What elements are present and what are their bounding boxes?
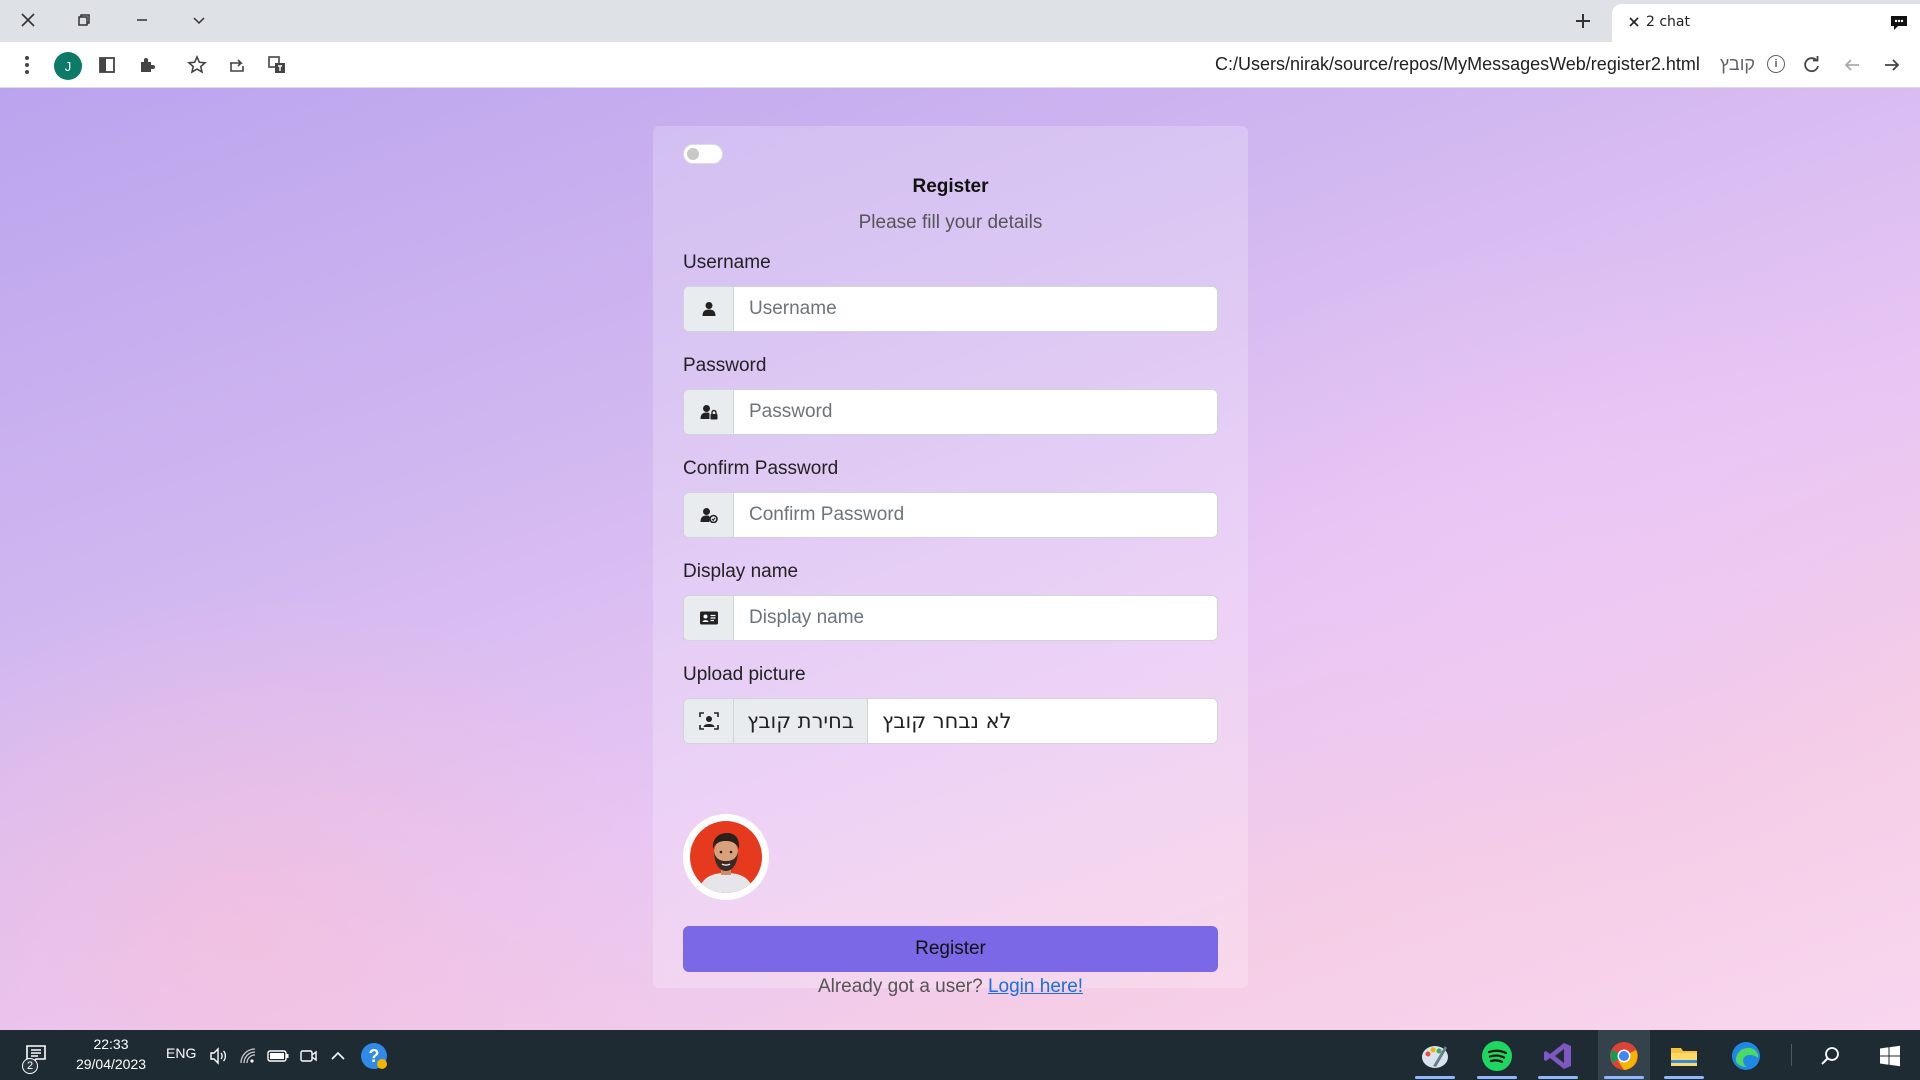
url-text[interactable]: C:/Users/nirak/source/repos/MyMessagesWe… bbox=[1215, 54, 1700, 75]
chrome-running-indicator bbox=[1604, 1076, 1644, 1079]
browser-toolbar: J C:/Users/nirak/source/repos/MyMessages… bbox=[0, 42, 1920, 88]
password-input[interactable] bbox=[734, 390, 1217, 434]
browser-title-bar: 2 chat bbox=[0, 0, 1920, 42]
login-link[interactable]: Login here! bbox=[988, 976, 1083, 997]
restore-window-icon[interactable] bbox=[60, 4, 108, 36]
search-icon[interactable] bbox=[1812, 1038, 1848, 1074]
reload-icon[interactable] bbox=[1797, 50, 1827, 80]
url-file-chip: קובץ bbox=[1719, 53, 1755, 74]
clock-time: 22:33 bbox=[93, 1036, 129, 1052]
user-check-icon bbox=[684, 493, 734, 537]
sidebar-icon[interactable] bbox=[92, 50, 122, 80]
visual-studio-running-indicator bbox=[1538, 1076, 1578, 1079]
taskbar-separator bbox=[1791, 1044, 1792, 1066]
system-clock[interactable]: 22:33 29/04/2023 bbox=[66, 1034, 156, 1074]
tab-search-chevron-icon[interactable] bbox=[175, 4, 223, 36]
avatar-preview bbox=[683, 814, 769, 900]
username-group bbox=[683, 286, 1218, 332]
display-name-group bbox=[683, 595, 1218, 641]
chrome-icon[interactable] bbox=[1606, 1038, 1642, 1074]
display-name-input[interactable] bbox=[734, 596, 1217, 640]
avatar-illustration bbox=[690, 821, 762, 893]
page-title: Register bbox=[912, 176, 989, 197]
upload-picture-group: בחירת קובץ לא נבחר קובץ bbox=[683, 698, 1218, 744]
username-label: Username bbox=[683, 252, 771, 273]
spotify-running-indicator bbox=[1477, 1076, 1517, 1079]
confirm-password-input[interactable] bbox=[734, 493, 1217, 537]
theme-toggle[interactable] bbox=[683, 144, 723, 164]
close-window-icon[interactable] bbox=[4, 4, 52, 36]
menu-kebab-icon[interactable] bbox=[12, 50, 42, 80]
password-group bbox=[683, 389, 1218, 435]
forward-arrow-icon[interactable] bbox=[1877, 50, 1907, 80]
chat-bubble-icon bbox=[1888, 12, 1910, 34]
profile-avatar[interactable]: J bbox=[54, 52, 82, 80]
share-icon[interactable] bbox=[222, 50, 252, 80]
password-label: Password bbox=[683, 355, 767, 376]
choose-file-button[interactable]: בחירת קובץ bbox=[734, 699, 868, 743]
tab-title: 2 chat bbox=[1646, 14, 1690, 30]
page-subtitle: Please fill your details bbox=[858, 212, 1043, 233]
register-card: Register Please fill your details Userna… bbox=[653, 126, 1248, 997]
clock-date: 29/04/2023 bbox=[75, 1056, 147, 1072]
minimize-window-icon[interactable] bbox=[118, 4, 166, 36]
tab-close-icon[interactable] bbox=[1624, 12, 1644, 32]
notification-count-badge: 2 bbox=[22, 1058, 38, 1074]
confirm-password-group bbox=[683, 492, 1218, 538]
address-bar[interactable]: C:/Users/nirak/source/repos/MyMessagesWe… bbox=[1180, 47, 1785, 81]
help-icon[interactable]: ? bbox=[356, 1038, 392, 1074]
file-status-text: לא נבחר קובץ bbox=[868, 699, 1217, 743]
user-lock-icon bbox=[684, 390, 734, 434]
page-viewport: Register Please fill your details Userna… bbox=[0, 88, 1920, 1030]
toggle-knob bbox=[687, 148, 699, 160]
file-explorer-icon[interactable] bbox=[1666, 1038, 1702, 1074]
tray-chevron-up-icon[interactable] bbox=[320, 1038, 356, 1074]
site-info-icon[interactable]: i bbox=[1767, 55, 1785, 73]
user-icon bbox=[684, 287, 734, 331]
confirm-password-label: Confirm Password bbox=[683, 458, 839, 479]
bookmark-star-icon[interactable] bbox=[182, 50, 212, 80]
input-language[interactable]: ENG bbox=[166, 1045, 196, 1061]
portrait-icon bbox=[684, 699, 734, 743]
username-input[interactable] bbox=[734, 287, 1217, 331]
paint-app-icon[interactable] bbox=[1417, 1038, 1453, 1074]
paint-running-indicator bbox=[1415, 1076, 1455, 1079]
upload-picture-label: Upload picture bbox=[683, 664, 806, 685]
register-button[interactable]: Register bbox=[683, 926, 1218, 972]
extensions-puzzle-icon[interactable] bbox=[132, 50, 162, 80]
windows-start-icon[interactable] bbox=[1872, 1038, 1908, 1074]
tab-chat[interactable]: 2 chat bbox=[1612, 4, 1920, 42]
back-arrow-icon[interactable] bbox=[1837, 50, 1867, 80]
translate-icon[interactable] bbox=[262, 50, 292, 80]
id-card-icon bbox=[684, 596, 734, 640]
login-prompt: Already got a user? Login here! bbox=[653, 976, 1248, 998]
edge-icon[interactable] bbox=[1728, 1038, 1764, 1074]
new-tab-button[interactable] bbox=[1568, 6, 1598, 36]
windows-taskbar: 2 22:33 29/04/2023 ENG ? bbox=[0, 1030, 1920, 1080]
display-name-label: Display name bbox=[683, 561, 799, 582]
spotify-icon[interactable] bbox=[1479, 1038, 1515, 1074]
file-explorer-running-indicator bbox=[1664, 1076, 1704, 1079]
visual-studio-icon[interactable] bbox=[1540, 1038, 1576, 1074]
login-prompt-text: Already got a user? bbox=[817, 976, 983, 997]
